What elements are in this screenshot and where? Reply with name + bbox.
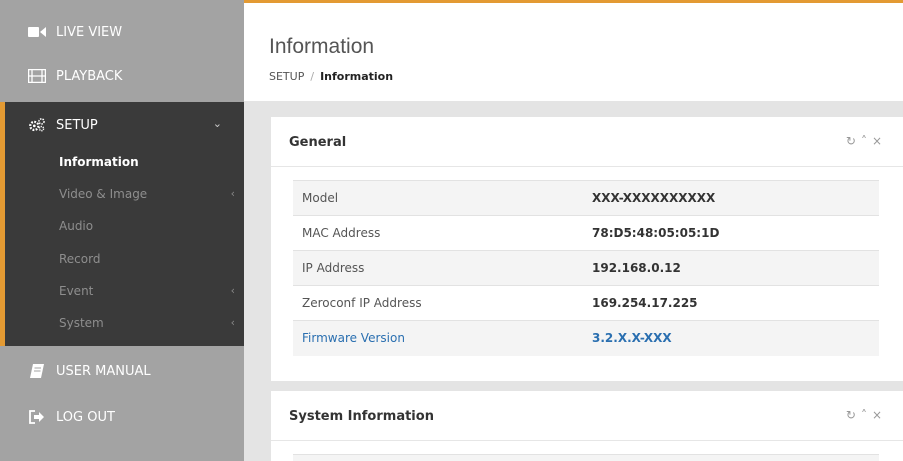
- refresh-icon[interactable]: ↻: [846, 134, 861, 148]
- setup-item-event[interactable]: Event ‹: [59, 284, 244, 298]
- breadcrumb: SETUP / Information: [269, 70, 393, 83]
- general-panel-title: General: [289, 135, 347, 150]
- setup-item-record[interactable]: Record: [59, 252, 100, 266]
- breadcrumb-separator: /: [310, 70, 315, 83]
- row-label: MAC Address: [293, 215, 592, 251]
- nav-user-manual[interactable]: USER MANUAL: [0, 361, 244, 381]
- row-value: 169.254.17.225: [592, 285, 879, 321]
- nav-live-view[interactable]: LIVE VIEW: [0, 22, 244, 42]
- row-value: XXX-XXXXXXXXXX: [592, 180, 879, 216]
- nav-setup-label: SETUP: [56, 117, 98, 133]
- firmware-version-value[interactable]: 3.2.X.X-XXX: [592, 320, 879, 356]
- system-info-panel-header: System Information ↻˄×: [271, 391, 903, 441]
- setup-item-label: Video & Image: [59, 187, 148, 201]
- chevron-left-icon: ‹: [230, 284, 235, 297]
- chevron-left-icon: ‹: [230, 187, 235, 200]
- nav-live-view-label: LIVE VIEW: [56, 24, 123, 40]
- setup-item-system[interactable]: System ‹: [59, 316, 244, 330]
- video-camera-icon: [28, 25, 46, 39]
- chevron-down-icon: ⌄: [212, 117, 222, 130]
- sidebar: LIVE VIEW PLAYBACK SETUP ⌄ Information V…: [0, 0, 244, 461]
- row-label: IP Address: [293, 250, 592, 286]
- setup-item-audio[interactable]: Audio: [59, 219, 93, 233]
- table-row: IP Address 192.168.0.12: [293, 250, 879, 286]
- system-info-panel: System Information ↻˄×: [271, 391, 903, 461]
- panel-tools: ↻˄×: [846, 408, 887, 422]
- book-icon: [28, 364, 46, 378]
- nav-user-manual-label: USER MANUAL: [56, 363, 151, 379]
- gears-icon: [28, 117, 46, 133]
- row-label: Model: [293, 180, 592, 216]
- panel-tools: ↻˄×: [846, 134, 887, 148]
- info-table: Model XXX-XXXXXXXXXX MAC Address 78:D5:4…: [293, 180, 879, 356]
- setup-menu: SETUP ⌄ Information Video & Image ‹ Audi…: [0, 102, 244, 346]
- collapse-icon[interactable]: ˄: [861, 408, 872, 422]
- setup-item-label: System: [59, 316, 104, 330]
- setup-item-label: Event: [59, 284, 94, 298]
- row-label: Zeroconf IP Address: [293, 285, 592, 321]
- system-info-panel-title: System Information: [289, 409, 434, 424]
- refresh-icon[interactable]: ↻: [846, 408, 861, 422]
- general-panel: General ↻˄× Model XXX-XXXXXXXXXX MAC Add…: [271, 117, 903, 381]
- table-row: Zeroconf IP Address 169.254.17.225: [293, 285, 879, 321]
- general-panel-header: General ↻˄×: [271, 117, 903, 167]
- setup-item-information[interactable]: Information: [59, 155, 139, 169]
- film-icon: [28, 69, 46, 83]
- breadcrumb-current: Information: [320, 70, 394, 83]
- breadcrumb-root[interactable]: SETUP: [269, 70, 304, 83]
- page-title: Information: [269, 35, 375, 58]
- table-row: Model XXX-XXXXXXXXXX: [293, 180, 879, 216]
- row-value: 192.168.0.12: [592, 250, 879, 286]
- table-row: Firmware Version 3.2.X.X-XXX: [293, 320, 879, 356]
- nav-playback-label: PLAYBACK: [56, 68, 123, 84]
- close-icon[interactable]: ×: [872, 408, 887, 422]
- nav-playback[interactable]: PLAYBACK: [0, 66, 244, 86]
- collapse-icon[interactable]: ˄: [861, 134, 872, 148]
- firmware-version-link[interactable]: Firmware Version: [293, 320, 592, 356]
- nav-log-out-label: LOG OUT: [56, 409, 115, 425]
- close-icon[interactable]: ×: [872, 134, 887, 148]
- table-row: MAC Address 78:D5:48:05:05:1D: [293, 215, 879, 251]
- chevron-left-icon: ‹: [230, 316, 235, 329]
- nav-log-out[interactable]: LOG OUT: [0, 407, 244, 427]
- nav-setup[interactable]: SETUP ⌄: [5, 115, 244, 135]
- system-info-table: [293, 454, 879, 461]
- page-header: Information SETUP / Information: [244, 0, 903, 101]
- logout-icon: [28, 410, 46, 424]
- setup-item-video-image[interactable]: Video & Image ‹: [59, 187, 244, 201]
- row-value: 78:D5:48:05:05:1D: [592, 215, 879, 251]
